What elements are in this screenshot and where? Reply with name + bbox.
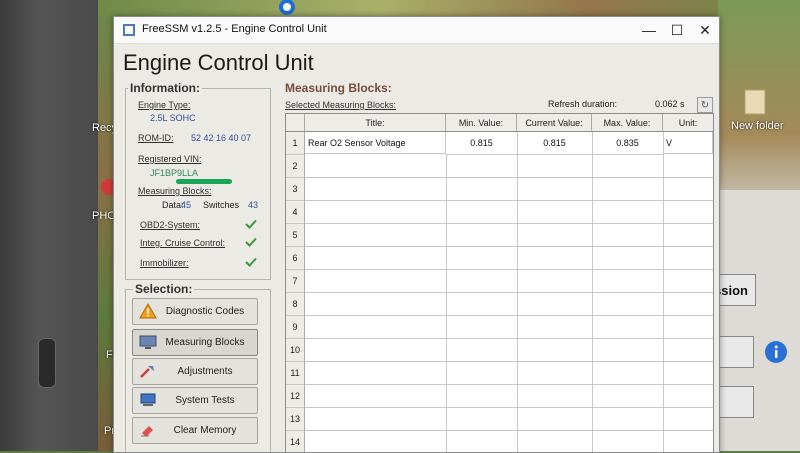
refresh-icon[interactable]: ↻ xyxy=(697,97,713,113)
information-panel xyxy=(125,88,271,280)
row-number: 13 xyxy=(286,408,305,431)
row-number: 5 xyxy=(286,224,305,247)
table-row[interactable] xyxy=(305,316,713,339)
adjustments-button[interactable]: Adjustments xyxy=(132,358,258,385)
immobilizer-label: Immobilizer: xyxy=(140,258,189,268)
table-row[interactable] xyxy=(305,362,713,385)
table-cell-max[interactable]: 0.835 xyxy=(592,132,664,155)
table-row[interactable] xyxy=(305,385,713,408)
selection-heading: Selection: xyxy=(133,282,195,296)
engine-type-label: Engine Type: xyxy=(138,100,191,110)
column-header-max[interactable]: Max. Value: xyxy=(592,114,663,132)
maximize-button[interactable]: ☐ xyxy=(662,17,692,43)
minimize-button[interactable]: — xyxy=(634,17,664,43)
switches-count-value: 43 xyxy=(248,200,259,210)
system-tests-button[interactable]: System Tests xyxy=(132,387,258,414)
refresh-duration-value: 0.062 s xyxy=(655,99,685,109)
refresh-duration-label: Refresh duration: xyxy=(548,99,618,109)
column-divider xyxy=(663,155,664,452)
data-count-value: 45 xyxy=(181,200,192,210)
table-row[interactable] xyxy=(305,270,713,293)
engine-type-value: 2.5L SOHC xyxy=(150,113,196,123)
clear-memory-button[interactable]: Clear Memory xyxy=(132,417,258,444)
obd2-label: OBD2-System: xyxy=(140,220,201,230)
vin-redaction xyxy=(176,179,232,184)
table-corner-header xyxy=(286,114,305,132)
table-row[interactable] xyxy=(305,224,713,247)
measuring-blocks-label: Measuring Blocks xyxy=(165,337,245,348)
title-bar[interactable]: FreeSSM v1.2.5 - Engine Control Unit — ☐… xyxy=(114,17,719,44)
window-title: FreeSSM v1.2.5 - Engine Control Unit xyxy=(142,23,327,35)
table-cell-title[interactable]: Rear O2 Sensor Voltage xyxy=(305,132,446,154)
page-title: Engine Control Unit xyxy=(123,50,314,75)
measuring-blocks-heading: Measuring Blocks: xyxy=(285,81,392,95)
row-number: 7 xyxy=(286,270,305,293)
table-row[interactable] xyxy=(305,431,713,452)
system-tests-label: System Tests xyxy=(175,395,235,406)
table-cell-min[interactable]: 0.815 xyxy=(446,132,518,155)
table-row[interactable] xyxy=(305,408,713,431)
cruise-control-check-icon xyxy=(245,237,257,247)
folder-icon[interactable] xyxy=(743,86,767,116)
row-number: 11 xyxy=(286,362,305,385)
row-number: 6 xyxy=(286,247,305,270)
row-number: 14 xyxy=(286,431,305,452)
diagnostic-codes-button[interactable]: Diagnostic Codes xyxy=(132,298,258,325)
information-heading: Information: xyxy=(128,81,202,95)
column-header-current[interactable]: Current Value: xyxy=(517,114,592,132)
freessm-window: FreeSSM v1.2.5 - Engine Control Unit — ☐… xyxy=(113,16,720,453)
column-divider xyxy=(446,155,447,452)
vin-value: JF1BP9LLA xyxy=(150,168,199,178)
desktop-background-top xyxy=(98,0,800,16)
row-number: 8 xyxy=(286,293,305,316)
column-header-title[interactable]: Title: xyxy=(305,114,446,132)
table-row[interactable] xyxy=(305,293,713,316)
column-header-unit[interactable]: Unit: xyxy=(663,114,713,132)
row-number: 10 xyxy=(286,339,305,362)
close-button[interactable]: ✕ xyxy=(690,17,719,43)
table-row[interactable] xyxy=(305,201,713,224)
row-number: 1 xyxy=(286,132,305,155)
vin-label: Registered VIN: xyxy=(138,154,202,164)
column-divider xyxy=(592,155,593,452)
switches-count-label: Switches xyxy=(203,200,240,210)
measuring-blocks-button[interactable]: Measuring Blocks xyxy=(132,329,258,356)
immobilizer-check-icon xyxy=(245,257,257,267)
row-number: 12 xyxy=(286,385,305,408)
diagnostic-codes-label: Diagnostic Codes xyxy=(165,306,245,317)
info-icon[interactable] xyxy=(764,340,788,364)
desktop-label-new-folder[interactable]: New folder xyxy=(731,120,784,132)
row-number: 2 xyxy=(286,155,305,178)
measuring-blocks-table[interactable]: Title: Min. Value: Current Value: Max. V… xyxy=(285,113,714,452)
cruise-control-label: Integ. Cruise Control: xyxy=(140,238,226,248)
column-divider xyxy=(517,155,518,452)
table-row[interactable] xyxy=(305,155,713,178)
table-row[interactable] xyxy=(305,247,713,270)
bezel-latch xyxy=(38,338,56,388)
column-header-min[interactable]: Min. Value: xyxy=(446,114,517,132)
rom-id-value: 52 42 16 40 07 xyxy=(191,133,252,143)
table-row[interactable] xyxy=(305,339,713,362)
adjustments-label: Adjustments xyxy=(177,366,233,377)
selected-measuring-blocks-label: Selected Measuring Blocks: xyxy=(285,100,397,110)
table-cell-current[interactable]: 0.815 xyxy=(517,132,593,155)
table-cell-unit[interactable]: V xyxy=(663,132,713,154)
clear-memory-label: Clear Memory xyxy=(173,425,237,436)
rom-id-label: ROM-ID: xyxy=(138,133,174,143)
app-icon xyxy=(123,24,135,36)
row-number: 9 xyxy=(286,316,305,339)
row-number: 4 xyxy=(286,201,305,224)
measuring-blocks-info-label: Measuring Blocks: xyxy=(138,186,212,196)
laptop-bezel xyxy=(0,0,98,451)
row-number: 3 xyxy=(286,178,305,201)
table-row[interactable] xyxy=(305,178,713,201)
obd2-check-icon xyxy=(245,219,257,229)
